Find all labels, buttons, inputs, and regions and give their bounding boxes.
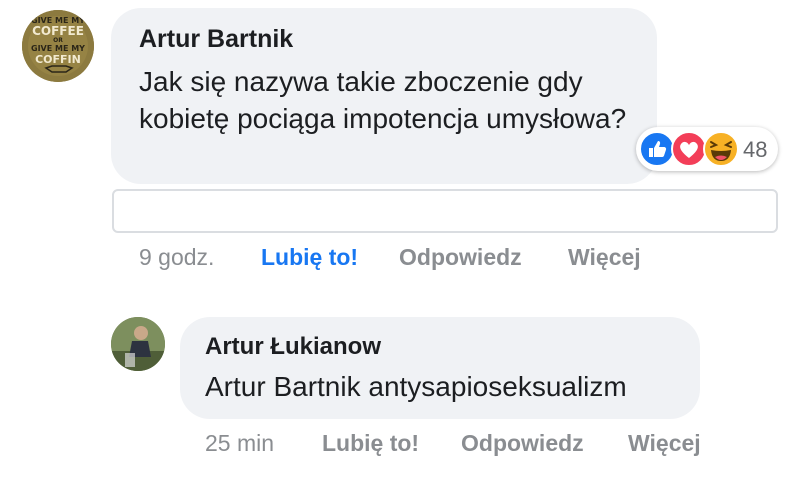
profile-photo-image xyxy=(111,317,165,371)
haha-icon xyxy=(703,131,739,167)
reply-like-button[interactable]: Lubię to! xyxy=(322,430,419,457)
avatar-text-line-5: COFFIN xyxy=(35,53,81,66)
comment-author[interactable]: Artur Bartnik xyxy=(139,25,293,54)
reactions-count: 48 xyxy=(743,137,768,162)
like-button[interactable]: Lubię to! xyxy=(261,244,358,271)
reply-bubble: Artur Łukianow Artur Bartnik antysapiose… xyxy=(180,317,700,419)
reply-button[interactable]: Odpowiedz xyxy=(399,244,522,271)
comment-text: Jak się nazywa takie zboczenie gdy kobie… xyxy=(139,66,627,134)
reply-timestamp[interactable]: 25 min xyxy=(205,430,274,457)
avatar-text-line-3: OR xyxy=(53,37,63,44)
reply-text: Artur Bartnik antysapioseksualizm xyxy=(205,371,627,402)
avatar-artur-lukianow[interactable] xyxy=(111,317,165,371)
avatar-text-line-4: GIVE ME MY xyxy=(31,44,85,53)
reply-reply-button[interactable]: Odpowiedz xyxy=(461,430,584,457)
reply-author[interactable]: Artur Łukianow xyxy=(205,333,381,361)
reply-input[interactable] xyxy=(112,189,778,233)
comment-bubble: Artur Bartnik Jak się nazywa takie zbocz… xyxy=(111,8,657,184)
reactions-summary[interactable]: 48 xyxy=(636,127,778,171)
comment-timestamp[interactable]: 9 godz. xyxy=(139,244,214,271)
coffee-coffin-avatar-image: GIVE ME MY COFFEE OR GIVE ME MY COFFIN xyxy=(22,10,94,82)
reply-more-button[interactable]: Więcej xyxy=(628,430,701,457)
more-button[interactable]: Więcej xyxy=(568,244,641,271)
avatar-artur-bartnik[interactable]: GIVE ME MY COFFEE OR GIVE ME MY COFFIN xyxy=(22,10,94,82)
avatar-text-line-2: COFFEE xyxy=(32,24,84,38)
